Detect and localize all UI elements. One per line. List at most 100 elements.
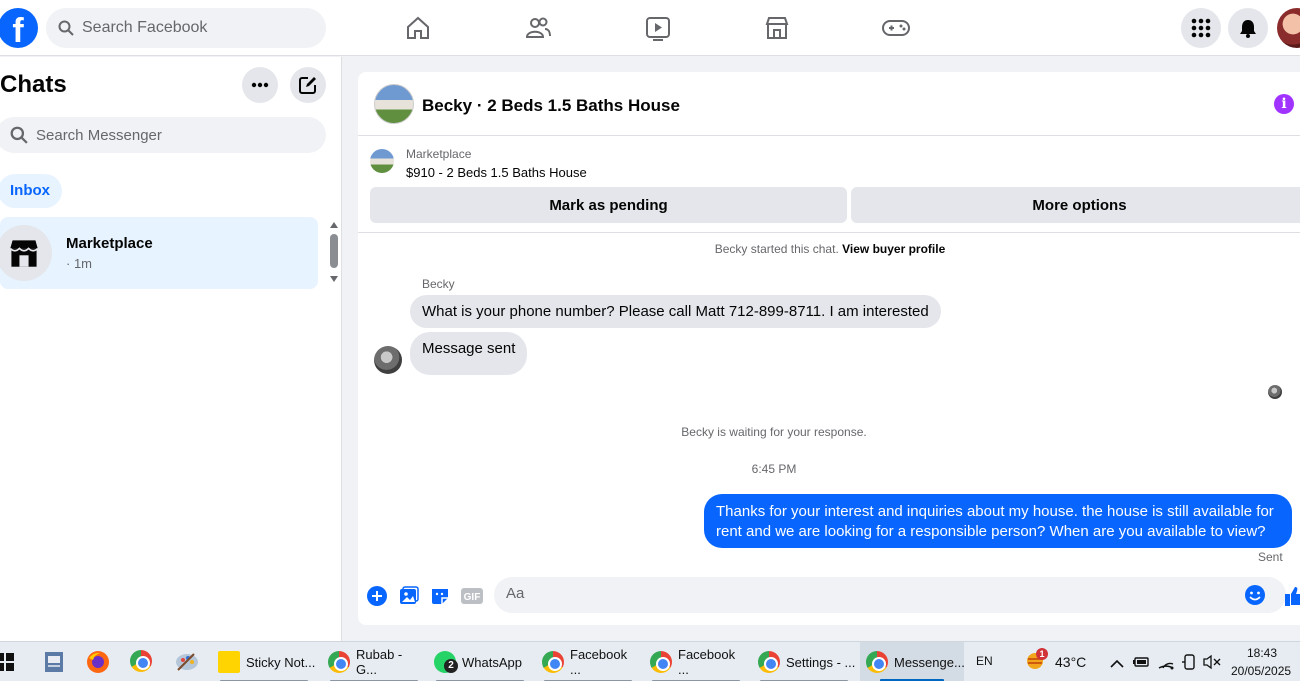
- listing-avatar[interactable]: [374, 84, 414, 124]
- photo-icon[interactable]: [398, 585, 420, 607]
- facebook-search-box[interactable]: [46, 8, 326, 48]
- news-app-icon[interactable]: [43, 650, 67, 674]
- gaming-icon[interactable]: [880, 12, 912, 44]
- device-icon[interactable]: [1181, 653, 1197, 671]
- mark-as-pending-button[interactable]: Mark as pending: [370, 187, 847, 223]
- conversation-panel: Becky · 2 Beds 1.5 Baths House i Marketp…: [358, 72, 1300, 625]
- video-icon[interactable]: [642, 12, 674, 44]
- chrome-icon: [328, 651, 350, 673]
- clock-time[interactable]: 18:43: [1247, 646, 1277, 660]
- taskbar-app-chrome-facebook-1[interactable]: Facebook ...: [536, 642, 640, 681]
- taskbar-app-label: Sticky Not...: [246, 654, 316, 670]
- taskbar-app-label: Rubab - G...: [356, 647, 403, 677]
- notifications-icon[interactable]: [1228, 8, 1268, 48]
- emoji-icon[interactable]: [1244, 584, 1266, 606]
- weather-badge: 1: [1036, 648, 1048, 660]
- menu-grid-icon[interactable]: [1181, 8, 1221, 48]
- volume-muted-icon[interactable]: [1203, 654, 1221, 670]
- taskbar-app-label: Settings - ...: [786, 654, 856, 670]
- chrome-icon[interactable]: [130, 650, 152, 672]
- facebook-top-bar: f: [0, 0, 1300, 56]
- friends-icon[interactable]: [522, 12, 554, 44]
- windows-taskbar: Sticky Not... Rubab - G... 2 WhatsApp Fa…: [0, 641, 1300, 681]
- chat-started-note: Becky started this chat. View buyer prof…: [358, 242, 1300, 256]
- taskbar-app-sticky-notes[interactable]: Sticky Not...: [212, 642, 316, 681]
- scroll-up-arrow-icon[interactable]: [330, 222, 338, 228]
- battery-icon[interactable]: [1132, 654, 1150, 670]
- chats-sidebar: Chats Inbox Marketplace · 1m: [0, 57, 342, 641]
- incoming-message[interactable]: Message sent: [410, 332, 528, 375]
- waiting-note: Becky is waiting for your response.: [681, 425, 867, 439]
- taskbar-app-label: Messenge...: [894, 654, 965, 670]
- chat-started-text: Becky started this chat.: [714, 242, 839, 256]
- chat-options-button[interactable]: [242, 67, 278, 103]
- chat-name: Marketplace: [66, 235, 153, 252]
- message-composer: GIF: [358, 577, 1300, 621]
- profile-avatar[interactable]: [1277, 8, 1300, 48]
- marketplace-listing-banner: Marketplace $910 - 2 Beds 1.5 Baths Hous…: [358, 137, 1300, 233]
- paint-app-icon[interactable]: [174, 650, 198, 674]
- listing-thumbnail[interactable]: [370, 149, 394, 173]
- taskbar-app-label: Facebook ...: [678, 647, 736, 677]
- whatsapp-icon: 2: [434, 651, 458, 673]
- wifi-icon[interactable]: [1157, 654, 1175, 670]
- compose-icon: [299, 77, 316, 94]
- weather-sun-icon[interactable]: 1: [1024, 648, 1048, 672]
- incoming-message[interactable]: What is your phone number? Please call M…: [410, 295, 941, 328]
- more-options-button[interactable]: More options: [851, 187, 1300, 223]
- chat-list-scrollbar[interactable]: [330, 222, 340, 284]
- taskbar-app-chrome-rubab[interactable]: Rubab - G...: [322, 642, 426, 681]
- temperature[interactable]: 43°C: [1055, 654, 1086, 670]
- inbox-filter-tab[interactable]: Inbox: [0, 174, 62, 208]
- chats-heading: Chats: [0, 71, 67, 98]
- start-menu-icon[interactable]: [0, 652, 14, 672]
- taskbar-app-label: Facebook ...: [570, 647, 628, 677]
- info-icon[interactable]: i: [1274, 94, 1294, 114]
- sender-avatar[interactable]: [374, 346, 402, 374]
- clock-date[interactable]: 20/05/2025: [1231, 664, 1291, 678]
- taskbar-app-chrome-messenger[interactable]: Messenge...: [860, 642, 965, 681]
- taskbar-app-chrome-settings[interactable]: Settings - ...: [752, 642, 856, 681]
- read-receipt-avatar: [1268, 385, 1282, 399]
- listing-source-label: Marketplace: [406, 147, 472, 161]
- messenger-search-box[interactable]: [0, 117, 326, 153]
- messenger-search-input[interactable]: [36, 126, 296, 144]
- gif-icon[interactable]: GIF: [460, 585, 484, 607]
- firefox-icon[interactable]: [86, 650, 110, 674]
- sticker-icon[interactable]: [429, 585, 451, 607]
- scroll-down-arrow-icon[interactable]: [330, 276, 338, 282]
- input-language[interactable]: EN: [976, 654, 993, 668]
- conversation-header: Becky · 2 Beds 1.5 Baths House i: [358, 72, 1300, 136]
- marketplace-icon[interactable]: [761, 12, 793, 44]
- more-dots-icon: [251, 82, 269, 88]
- gif-label: GIF: [464, 592, 481, 603]
- chrome-icon: [758, 651, 780, 673]
- like-thumb-icon[interactable]: [1284, 585, 1300, 607]
- home-icon[interactable]: [402, 12, 434, 44]
- unread-badge: 2: [444, 659, 458, 673]
- message-timestamp: 6:45 PM: [751, 462, 797, 476]
- view-buyer-profile-link[interactable]: View buyer profile: [842, 242, 945, 256]
- taskbar-app-chrome-facebook-2[interactable]: Facebook ...: [644, 642, 748, 681]
- message-input-box[interactable]: [494, 577, 1286, 613]
- message-status: Sent: [1258, 550, 1283, 564]
- chrome-icon: [542, 651, 564, 673]
- taskbar-app-label: WhatsApp: [462, 654, 522, 670]
- facebook-search-input[interactable]: [82, 19, 302, 37]
- taskbar-app-whatsapp[interactable]: 2 WhatsApp: [428, 642, 532, 681]
- chat-list-item[interactable]: Marketplace · 1m: [0, 217, 318, 289]
- chat-timestamp: · 1m: [66, 256, 92, 271]
- facebook-logo-icon[interactable]: f: [0, 8, 38, 48]
- listing-title[interactable]: $910 - 2 Beds 1.5 Baths House: [406, 165, 587, 180]
- add-plus-icon[interactable]: [366, 585, 388, 607]
- scrollbar-thumb[interactable]: [330, 234, 338, 268]
- search-icon: [10, 126, 28, 144]
- conversation-title[interactable]: Becky · 2 Beds 1.5 Baths House: [422, 96, 680, 116]
- new-message-button[interactable]: [290, 67, 326, 103]
- message-input[interactable]: [506, 585, 1206, 602]
- search-icon: [58, 20, 74, 36]
- outgoing-message[interactable]: Thanks for your interest and inquiries a…: [704, 494, 1292, 548]
- marketplace-icon: [0, 225, 52, 281]
- chrome-icon: [866, 651, 888, 673]
- chevron-up-icon[interactable]: [1110, 656, 1124, 668]
